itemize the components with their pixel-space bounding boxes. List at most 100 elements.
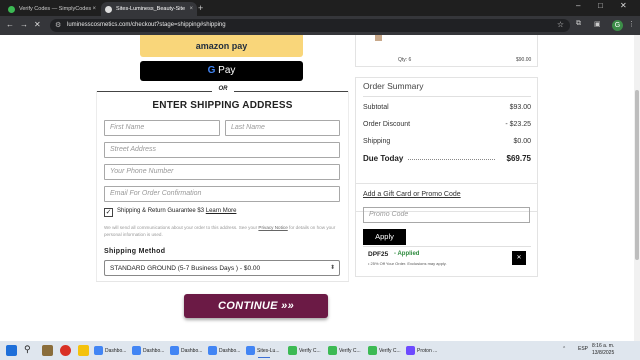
guarantee-text: Shipping & Return Guarantee $3 — [117, 208, 205, 214]
dotted-leader — [408, 159, 495, 160]
checkout-page: amazon pay G Pay OR ENTER SHIPPING ADDRE… — [0, 35, 640, 341]
taskbar-app-label: Dashbo... — [105, 347, 127, 354]
or-label: OR — [212, 86, 234, 92]
tab-luminess[interactable]: Sites-Luminess_Beauty-Site × — [101, 2, 197, 16]
tab-label: Verify Codes — SimplyCodes — [19, 6, 92, 12]
taskbar-app-label: Verify C... — [299, 347, 321, 354]
new-tab-button[interactable]: + — [198, 3, 203, 13]
street-address-field[interactable]: Street Address — [104, 142, 340, 158]
guarantee-checkbox[interactable]: ✓ — [104, 208, 113, 217]
scrollbar-thumb[interactable] — [635, 90, 639, 260]
due-today-row: Due Today $69.75 — [363, 154, 531, 163]
taskbar-app-dashboard-3[interactable]: Dashbo... — [170, 343, 207, 358]
simplycodes-icon — [368, 346, 377, 355]
form-border-right — [348, 91, 349, 282]
chevron-up-icon[interactable]: ⌃ — [562, 346, 566, 352]
promo-divider — [363, 246, 531, 247]
due-today-value: $69.75 — [506, 154, 531, 163]
promo-code-input[interactable]: Promo Code — [363, 207, 530, 223]
shipping-value: $0.00 — [513, 138, 531, 145]
profile-avatar[interactable]: G — [612, 20, 623, 31]
close-tab-icon[interactable]: × — [189, 6, 193, 12]
url-text: luminesscosmetics.com/checkout?stage=shi… — [67, 22, 226, 28]
discount-label: Order Discount — [363, 121, 411, 128]
clock-date: 13/8/2025 — [592, 350, 615, 356]
google-pay-button[interactable]: G Pay — [140, 61, 303, 81]
windows-taskbar: ⚲ Dashbo... Dashbo... Dashbo... Dashbo..… — [0, 341, 640, 360]
taskbar-app-verify-2[interactable]: Verify C... — [328, 343, 365, 358]
continue-button[interactable]: CONTINUE »» — [184, 294, 328, 318]
email-field[interactable]: Email For Order Confirmation — [104, 186, 340, 202]
phone-field[interactable]: Your Phone Number — [104, 164, 340, 180]
opera-icon[interactable] — [60, 345, 71, 356]
taskbar-app-sites[interactable]: Sites-Lu... — [246, 343, 283, 358]
summary-divider — [363, 96, 531, 97]
forward-arrow-icon[interactable]: → — [20, 20, 28, 29]
double-chevron-icon: »» — [281, 300, 295, 312]
apply-button[interactable]: Apply — [363, 229, 406, 245]
taskbar-app-dashboard-4[interactable]: Dashbo... — [208, 343, 245, 358]
disclaimer-text-a: We will send all communications about yo… — [104, 225, 258, 230]
search-icon[interactable]: ⚲ — [24, 344, 35, 355]
proton-icon — [406, 346, 415, 355]
browser-tab-bar: Verify Codes — SimplyCodes × Sites-Lumin… — [0, 0, 640, 16]
windows-start-icon[interactable] — [6, 345, 17, 356]
tab-label: Sites-Luminess_Beauty-Site — [116, 6, 186, 12]
subtotal-value: $93.00 — [509, 104, 531, 111]
first-name-field[interactable]: First Name — [104, 120, 220, 136]
cart-item-box — [355, 35, 538, 67]
last-name-field[interactable]: Last Name — [225, 120, 340, 136]
subtotal-row: Subtotal $93.00 — [363, 104, 531, 111]
discount-value: - $23.25 — [505, 121, 531, 128]
clock-time: 8:16 a. m. — [592, 343, 615, 349]
reload-icon[interactable]: ✕ — [34, 20, 41, 29]
page-scrollbar[interactable] — [634, 35, 640, 341]
amazon-pay-label: amazon pay — [195, 41, 248, 51]
applied-coupon-code: DPF25 — [368, 251, 389, 258]
simplycodes-icon — [328, 346, 337, 355]
shipping-label: Shipping — [363, 138, 391, 145]
tab-verify-codes[interactable]: Verify Codes — SimplyCodes × — [4, 2, 100, 16]
extensions-icon[interactable]: ⧉ — [576, 20, 581, 28]
due-today-label: Due Today — [363, 154, 404, 163]
system-clock[interactable]: 8:16 a. m. 13/8/2025 — [592, 343, 614, 357]
taskbar-app-verify-3[interactable]: Verify C... — [368, 343, 405, 358]
google-g-icon: G — [207, 65, 216, 76]
sidebar-icon[interactable]: ▣ — [594, 20, 601, 28]
close-tab-icon[interactable]: × — [92, 6, 96, 12]
menu-dots-icon[interactable]: ⋮ — [628, 20, 635, 28]
guarantee-label: Shipping & Return Guarantee $3 Learn Mor… — [117, 208, 236, 214]
taskbar-app-dashboard-1[interactable]: Dashbo... — [94, 343, 131, 358]
privacy-notice-link[interactable]: Privacy Notice — [258, 225, 287, 230]
shipping-row: Shipping $0.00 — [363, 138, 531, 145]
taskbar-app-label: Proton ... — [417, 347, 438, 354]
url-field[interactable]: ⚙ luminesscosmetics.com/checkout?stage=s… — [50, 19, 570, 32]
site-info-icon[interactable]: ⚙ — [55, 21, 61, 29]
taskbar-app-label: Dashbo... — [181, 347, 203, 354]
chrome-icon — [246, 346, 255, 355]
discount-row: Order Discount - $23.25 — [363, 121, 531, 128]
select-arrows-icon: ⬍ — [329, 265, 335, 271]
taskbar-app-proton[interactable]: Proton ... — [406, 343, 443, 358]
order-summary-title: Order Summary — [363, 81, 424, 91]
shipping-method-select[interactable]: STANDARD GROUND (5-7 Business Days ) - $… — [104, 260, 340, 276]
back-arrow-icon[interactable]: ← — [6, 20, 14, 29]
chrome-icon — [208, 346, 217, 355]
window-close-icon[interactable]: ✕ — [620, 1, 627, 10]
learn-more-link[interactable]: Learn More — [206, 208, 237, 214]
gift-card-promo-link[interactable]: Add a Gift Card or Promo Code — [363, 191, 461, 198]
bookmark-star-icon[interactable]: ☆ — [557, 20, 564, 29]
maximize-icon[interactable]: □ — [598, 1, 603, 10]
file-explorer-icon[interactable] — [78, 345, 89, 356]
taskbar-app-verify-1[interactable]: Verify C... — [288, 343, 325, 358]
remove-coupon-button[interactable]: ✕ — [512, 251, 526, 265]
applied-status: - Applied — [394, 251, 420, 257]
simplycodes-favicon-icon — [8, 5, 15, 13]
coupon-description: • 25% Off Your Order. Exclusions may app… — [368, 261, 447, 266]
taskbar-app-dashboard-2[interactable]: Dashbo... — [132, 343, 169, 358]
continue-label: CONTINUE — [217, 300, 278, 312]
language-indicator[interactable]: ESP — [578, 346, 588, 352]
minimize-icon[interactable]: – — [576, 1, 580, 10]
app-icon[interactable] — [42, 345, 53, 356]
amazon-pay-button[interactable]: amazon pay — [140, 35, 303, 57]
